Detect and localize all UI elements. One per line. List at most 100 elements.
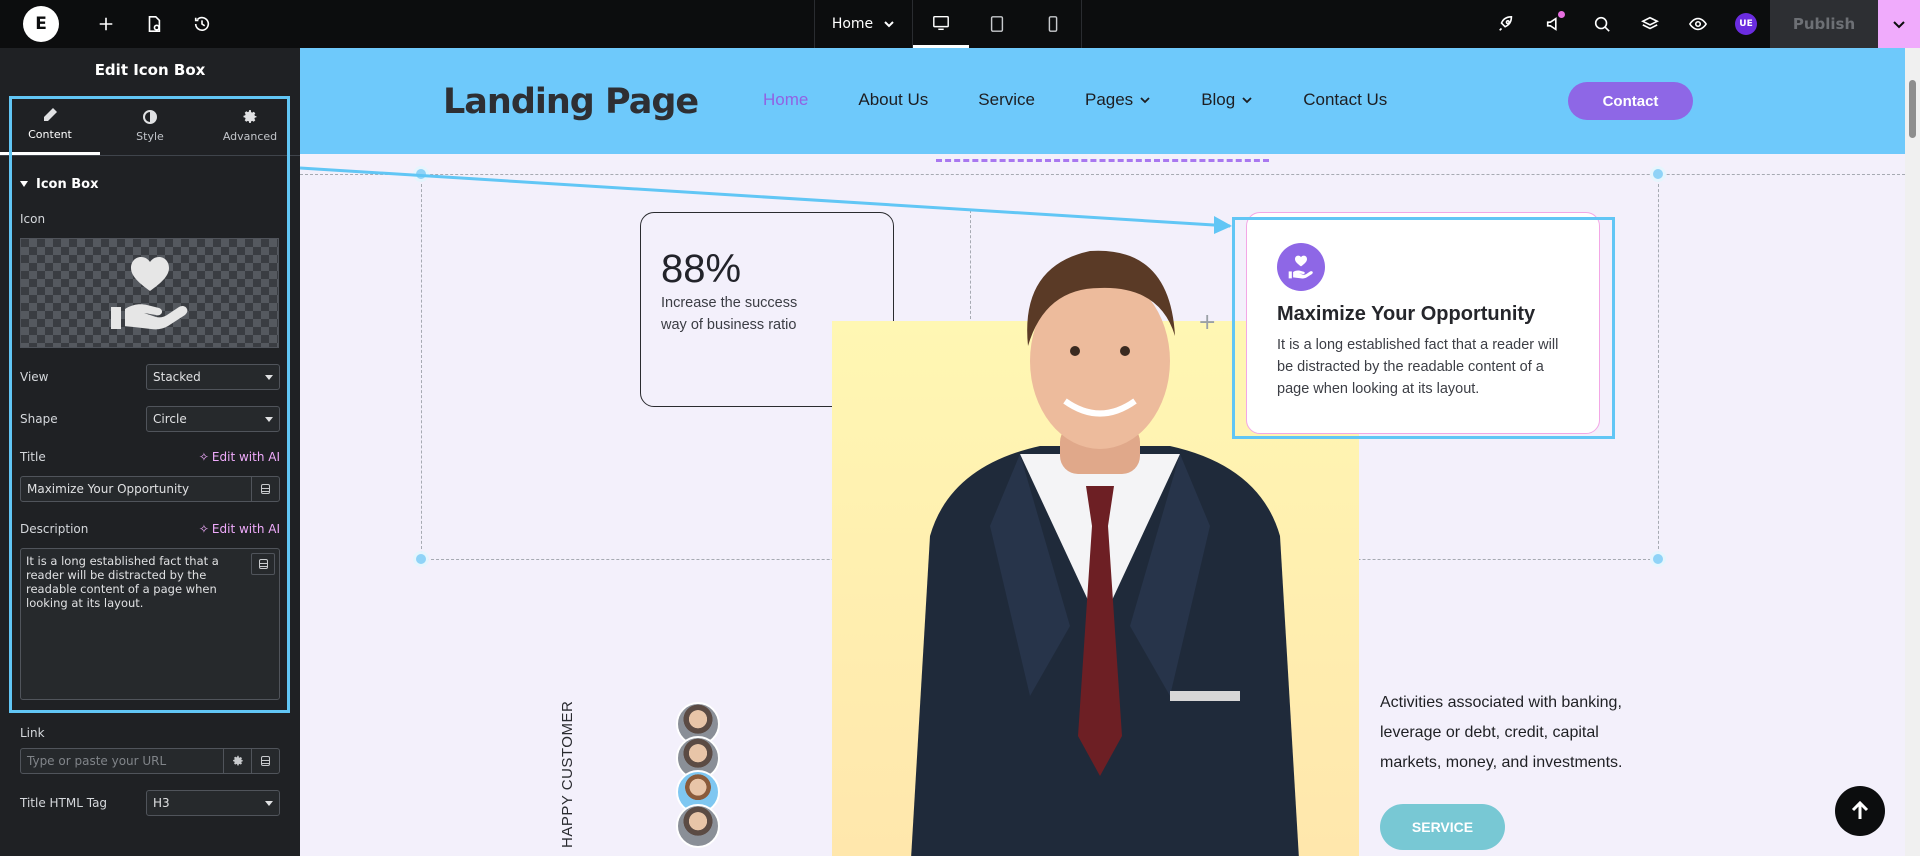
stat-description: Increase the success way of business rat…	[661, 295, 798, 333]
database-icon	[261, 484, 270, 494]
dynamic-tags-button[interactable]	[251, 553, 275, 575]
shape-label: Shape	[20, 412, 58, 426]
dynamic-tags-button[interactable]	[251, 749, 279, 773]
description-control-header: Description ✧ Edit with AI	[0, 516, 300, 542]
service-button[interactable]: SERVICE	[1380, 804, 1505, 850]
nav-item-pages[interactable]: Pages	[1085, 90, 1151, 110]
stat-number: 88%	[661, 247, 742, 291]
desktop-icon	[933, 15, 949, 30]
panel-title: Edit Icon Box	[94, 61, 206, 79]
shape-select[interactable]: Circle	[146, 406, 280, 432]
layers-icon[interactable]	[1626, 0, 1674, 48]
scrollbar-thumb[interactable]	[1909, 80, 1916, 138]
canvas-scrollbar[interactable]	[1905, 48, 1920, 856]
nav-label: About Us	[858, 90, 929, 109]
chevron-down-icon	[1893, 21, 1905, 29]
add-element-plus-icon[interactable]	[82, 0, 130, 48]
description-textarea[interactable]: It is a long established fact that a rea…	[20, 548, 280, 700]
nav-item-contact[interactable]: Contact Us	[1303, 90, 1387, 110]
link-options-button[interactable]	[223, 749, 251, 773]
nav-item-blog[interactable]: Blog	[1201, 90, 1253, 110]
shape-select-value: Circle	[153, 412, 187, 426]
search-icon[interactable]	[1578, 0, 1626, 48]
nav-label: Service	[978, 90, 1035, 109]
add-element-plus-icon[interactable]: +	[1198, 310, 1216, 335]
resize-handle[interactable]	[413, 166, 429, 182]
resize-handle[interactable]	[1650, 551, 1666, 567]
editor-panel: Edit Icon Box Content Style Advanced Ico…	[0, 48, 300, 856]
link-input[interactable]: Type or paste your URL	[20, 748, 280, 774]
header-contact-button[interactable]: Contact	[1568, 82, 1693, 120]
customer-avatar	[676, 804, 720, 848]
title-html-tag-control: Title HTML Tag H3	[0, 782, 300, 824]
nav-label: Blog	[1201, 90, 1236, 109]
nav-item-about[interactable]: About Us	[858, 90, 928, 110]
gear-icon	[232, 755, 243, 766]
page-settings-icon[interactable]	[130, 0, 178, 48]
tab-advanced[interactable]: Advanced	[200, 96, 300, 155]
shape-control: Shape Circle	[0, 398, 300, 440]
publish-button[interactable]: Publish	[1770, 0, 1878, 48]
page-selector-label: Home	[831, 16, 874, 32]
elementor-logo-icon[interactable]: E	[23, 6, 59, 42]
database-icon	[258, 559, 268, 569]
tab-style[interactable]: Style	[100, 96, 200, 155]
title-edit-with-ai-button[interactable]: ✧ Edit with AI	[199, 450, 280, 464]
title-input[interactable]: Maximize Your Opportunity	[20, 476, 280, 502]
panel-tabs: Content Style Advanced	[0, 96, 300, 156]
nav-label: Pages	[1084, 90, 1134, 109]
edit-ai-label: Edit with AI	[211, 450, 280, 464]
scroll-to-top-button[interactable]	[1835, 786, 1885, 836]
nav-label: Home	[763, 90, 809, 109]
nav-item-service[interactable]: Service	[978, 90, 1035, 110]
publish-options-button[interactable]	[1878, 0, 1920, 48]
hand-holding-heart-icon	[110, 257, 187, 330]
whats-new-megaphone-icon[interactable]	[1530, 0, 1578, 48]
view-select-value: Stacked	[153, 370, 201, 384]
description-textarea-value: It is a long established fact that a rea…	[26, 554, 219, 610]
icon-label: Icon	[20, 212, 46, 226]
title-html-tag-label: Title HTML Tag	[20, 796, 108, 810]
description-edit-with-ai-button[interactable]: ✧ Edit with AI	[199, 522, 280, 536]
resize-handle[interactable]	[413, 551, 429, 567]
arrow-up-icon	[1851, 800, 1869, 819]
edit-ai-label: Edit with AI	[211, 522, 280, 536]
link-label: Link	[20, 726, 45, 740]
caret-down-icon	[265, 374, 273, 380]
container-guide-right	[1658, 174, 1659, 559]
nav-label: Contact Us	[1303, 90, 1388, 109]
view-select[interactable]: Stacked	[146, 364, 280, 390]
title-html-tag-value: H3	[153, 796, 170, 810]
nav-item-home[interactable]: Home	[763, 90, 808, 110]
site-logo-text[interactable]: Landing Page	[443, 82, 699, 122]
title-label: Title	[20, 450, 46, 464]
title-html-tag-select[interactable]: H3	[146, 790, 280, 816]
pencil-icon	[44, 108, 57, 121]
preview-eye-icon[interactable]	[1674, 0, 1722, 48]
tab-content[interactable]: Content	[0, 96, 100, 155]
gear-icon	[243, 109, 257, 123]
sparkle-icon: ✧	[198, 522, 209, 536]
icon-picker[interactable]	[20, 238, 279, 348]
user-avatar[interactable]: UE	[1735, 13, 1757, 35]
container-guide-left	[421, 174, 422, 559]
tab-label: Content	[28, 128, 72, 141]
dynamic-tags-button[interactable]	[251, 477, 279, 501]
view-label: View	[20, 370, 49, 384]
link-input-placeholder: Type or paste your URL	[27, 754, 167, 768]
description-label: Description	[20, 522, 89, 536]
section-title: Icon Box	[36, 176, 99, 192]
page-selector[interactable]: Home	[815, 0, 913, 48]
site-header: Landing Page Home About Us Service Pages…	[300, 48, 1905, 154]
resize-handle[interactable]	[1650, 166, 1666, 182]
mobile-view-button[interactable]	[1025, 0, 1081, 48]
sparkle-icon: ✧	[198, 450, 209, 464]
tablet-view-button[interactable]	[969, 0, 1025, 48]
mobile-icon	[1048, 16, 1058, 32]
desktop-view-button[interactable]	[913, 0, 969, 48]
section-icon-box[interactable]: Icon Box	[0, 156, 300, 212]
history-icon[interactable]	[178, 0, 226, 48]
title-control-header: Title ✧ Edit with AI	[0, 444, 300, 470]
tab-label: Style	[136, 129, 164, 143]
rocket-icon[interactable]	[1482, 0, 1530, 48]
